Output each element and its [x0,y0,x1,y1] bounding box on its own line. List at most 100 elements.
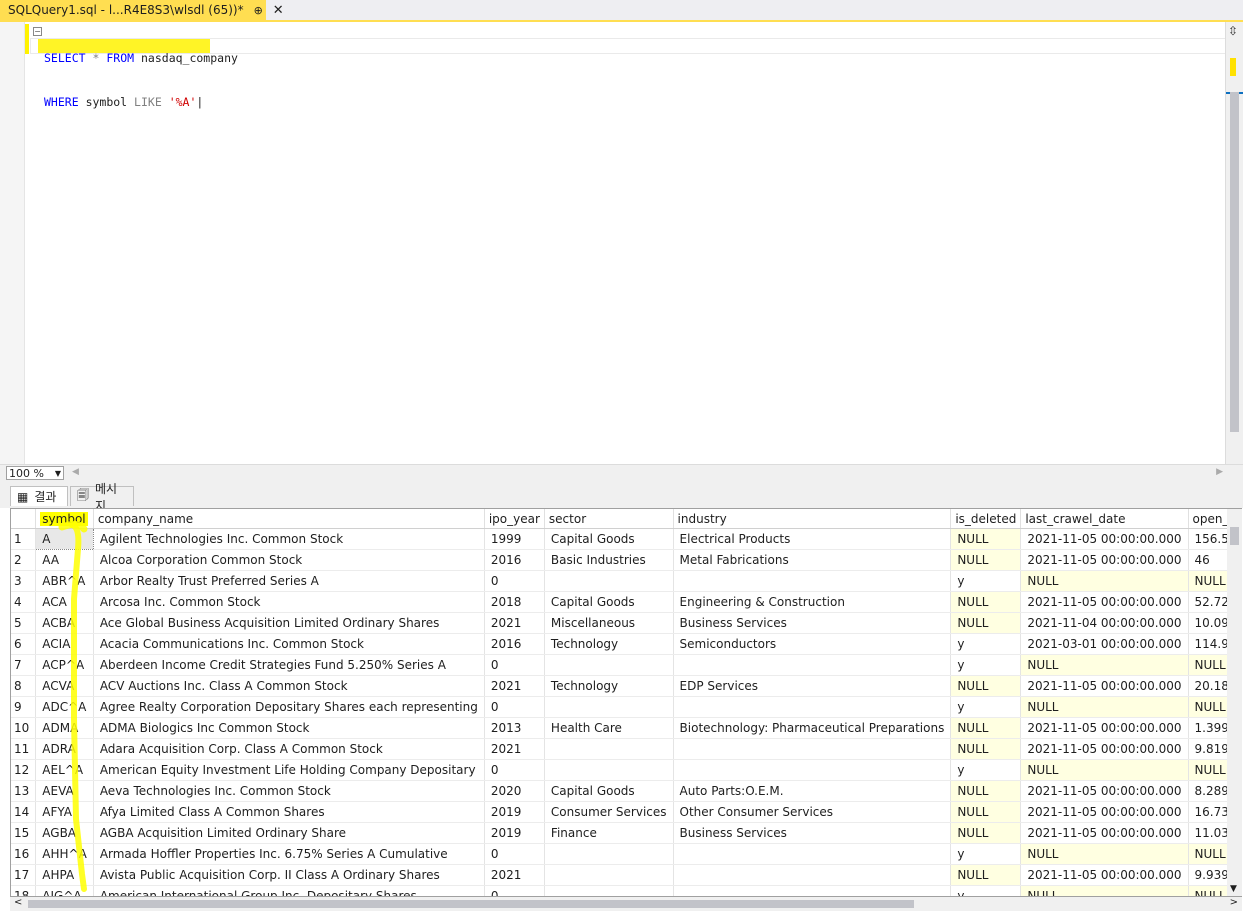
cell-last-crawel-date[interactable]: 2021-11-05 00:00:00.000 [1020,780,1189,802]
column-header-company-name[interactable]: company_name [93,509,485,529]
column-header-is-deleted[interactable]: is_deleted [950,509,1022,529]
cell-industry[interactable] [673,759,952,781]
cell-sector[interactable] [544,696,674,718]
cell-sector[interactable]: Finance [544,822,674,844]
table-row[interactable]: 11 ADRA Adara Acquisition Corp. Class A Co… [11,738,1241,760]
scroll-down-icon[interactable]: ▼ [1230,884,1237,894]
cell-last-crawel-date[interactable]: NULL [1020,843,1189,865]
cell-sector[interactable]: Consumer Services [544,801,674,823]
table-row[interactable]: 12 AEL^A American Equity Investment Life H… [11,759,1241,781]
query-document-tab[interactable]: SQLQuery1.sql - l...R4E8S3\wlsdl (65))* … [0,0,284,20]
cell-industry[interactable]: Engineering & Construction [673,591,952,613]
cell-industry[interactable]: Other Consumer Services [673,801,952,823]
tab-messages[interactable]: 🗐 메시지 [70,482,134,513]
cell-sector[interactable] [544,738,674,760]
cell-company-name[interactable]: AGBA Acquisition Limited Ordinary Share [93,822,485,844]
cell-last-crawel-date[interactable]: 2021-11-05 00:00:00.000 [1020,717,1189,739]
cell-company-name[interactable]: ACV Auctions Inc. Class A Common Stock [93,675,485,697]
cell-is-deleted[interactable]: NULL [950,780,1022,802]
editor-vertical-scrollbar[interactable]: ⇳ [1225,22,1243,464]
cell-industry[interactable]: Electrical Products [673,528,952,550]
cell-company-name[interactable]: Acacia Communications Inc. Common Stock [93,633,485,655]
cell-industry[interactable]: Semiconductors [673,633,952,655]
cell-ipo-year[interactable]: 2021 [484,612,545,634]
cell-industry[interactable] [673,864,952,886]
cell-ipo-year[interactable]: 0 [484,696,545,718]
split-icon[interactable]: ⇳ [1228,24,1238,38]
table-row[interactable]: 13 AEVA Aeva Technologies Inc. Common Stoc… [11,780,1241,802]
cell-symbol[interactable]: ACIA [35,633,94,655]
cell-symbol[interactable]: AEVA [35,780,94,802]
cell-is-deleted[interactable]: y [950,696,1022,718]
tab-results[interactable]: ▦ 결과 [10,486,68,506]
cell-last-crawel-date[interactable]: NULL [1020,759,1189,781]
table-row[interactable]: 5 ACBA Ace Global Business Acquisition Lim… [11,612,1241,634]
cell-company-name[interactable]: Arcosa Inc. Common Stock [93,591,485,613]
cell-is-deleted[interactable]: y [950,843,1022,865]
scroll-thumb[interactable] [1230,92,1239,432]
cell-is-deleted[interactable]: NULL [950,822,1022,844]
cell-is-deleted[interactable]: NULL [950,612,1022,634]
cell-sector[interactable]: Basic Industries [544,549,674,571]
table-row[interactable]: 14 AFYA Afya Limited Class A Common Shares… [11,801,1241,823]
zoom-select[interactable]: 100 % ▼ [6,466,64,480]
cell-ipo-year[interactable]: 1999 [484,528,545,550]
cell-ipo-year[interactable]: 2016 [484,633,545,655]
cell-ipo-year[interactable]: 2013 [484,717,545,739]
cell-company-name[interactable]: Ace Global Business Acquisition Limited … [93,612,485,634]
cell-company-name[interactable]: American Equity Investment Life Holding … [93,759,485,781]
cell-ipo-year[interactable]: 2021 [484,864,545,886]
table-row[interactable]: 6 ACIA Acacia Communications Inc. Common S… [11,633,1241,655]
cell-symbol[interactable]: A [35,528,94,550]
cell-sector[interactable]: Health Care [544,717,674,739]
cell-sector[interactable] [544,759,674,781]
table-row[interactable]: 2 AA Alcoa Corporation Common Stock 2016 Bas… [11,549,1241,571]
cell-company-name[interactable]: Arbor Realty Trust Preferred Series A [93,570,485,592]
cell-sector[interactable] [544,570,674,592]
cell-symbol[interactable]: ADRA [35,738,94,760]
cell-sector[interactable] [544,885,674,896]
cell-ipo-year[interactable]: 0 [484,759,545,781]
cell-company-name[interactable]: Afya Limited Class A Common Shares [93,801,485,823]
close-icon[interactable]: ✕ [273,3,284,18]
cell-last-crawel-date[interactable]: 2021-11-04 00:00:00.000 [1020,612,1189,634]
grid-vertical-scrollbar[interactable]: ▼ [1227,509,1242,896]
table-row[interactable]: 18 AIG^A American International Group Inc.… [11,885,1241,896]
cell-is-deleted[interactable]: NULL [950,528,1022,550]
cell-ipo-year[interactable]: 2020 [484,780,545,802]
table-row[interactable]: 3 ABR^A Arbor Realty Trust Preferred Serie… [11,570,1241,592]
cell-company-name[interactable]: Adara Acquisition Corp. Class A Common S… [93,738,485,760]
query-editor[interactable]: − SELECT * FROM nasdaq_company WHERE sym… [0,22,1243,464]
cell-last-crawel-date[interactable]: 2021-11-05 00:00:00.000 [1020,528,1189,550]
cell-ipo-year[interactable]: 2016 [484,549,545,571]
table-row[interactable]: 10 ADMA ADMA Biologics Inc Common Stock 201… [11,717,1241,739]
scroll-right-icon[interactable]: > [1230,897,1238,908]
cell-is-deleted[interactable]: NULL [950,549,1022,571]
column-header-sector[interactable]: sector [544,509,674,529]
cell-industry[interactable] [673,654,952,676]
cell-industry[interactable] [673,696,952,718]
cell-last-crawel-date[interactable]: 2021-11-05 00:00:00.000 [1020,549,1189,571]
cell-company-name[interactable]: Avista Public Acquisition Corp. II Class… [93,864,485,886]
cell-symbol[interactable]: ACVA [35,675,94,697]
cell-last-crawel-date[interactable]: NULL [1020,885,1189,896]
grid-hscroll-thumb[interactable] [28,900,914,908]
cell-last-crawel-date[interactable]: 2021-11-05 00:00:00.000 [1020,675,1189,697]
column-header-last-crawel-date[interactable]: last_crawel_date [1020,509,1189,529]
cell-symbol[interactable]: ADC^A [35,696,94,718]
cell-company-name[interactable]: Alcoa Corporation Common Stock [93,549,485,571]
scroll-left-icon[interactable]: < [14,897,22,908]
cell-is-deleted[interactable]: NULL [950,738,1022,760]
scroll-right-icon[interactable]: ▶ [1216,467,1223,477]
cell-last-crawel-date[interactable]: 2021-11-05 00:00:00.000 [1020,864,1189,886]
cell-industry[interactable]: Biotechnology: Pharmaceutical Preparatio… [673,717,952,739]
cell-ipo-year[interactable]: 2019 [484,801,545,823]
cell-industry[interactable] [673,738,952,760]
cell-symbol[interactable]: AGBA [35,822,94,844]
cell-ipo-year[interactable]: 0 [484,885,545,896]
cell-symbol[interactable]: AHH^A [35,843,94,865]
cell-is-deleted[interactable]: NULL [950,675,1022,697]
column-header-symbol[interactable]: symbol [35,509,94,529]
cell-symbol[interactable]: AHPA [35,864,94,886]
grid-scroll-thumb[interactable] [1230,527,1239,545]
